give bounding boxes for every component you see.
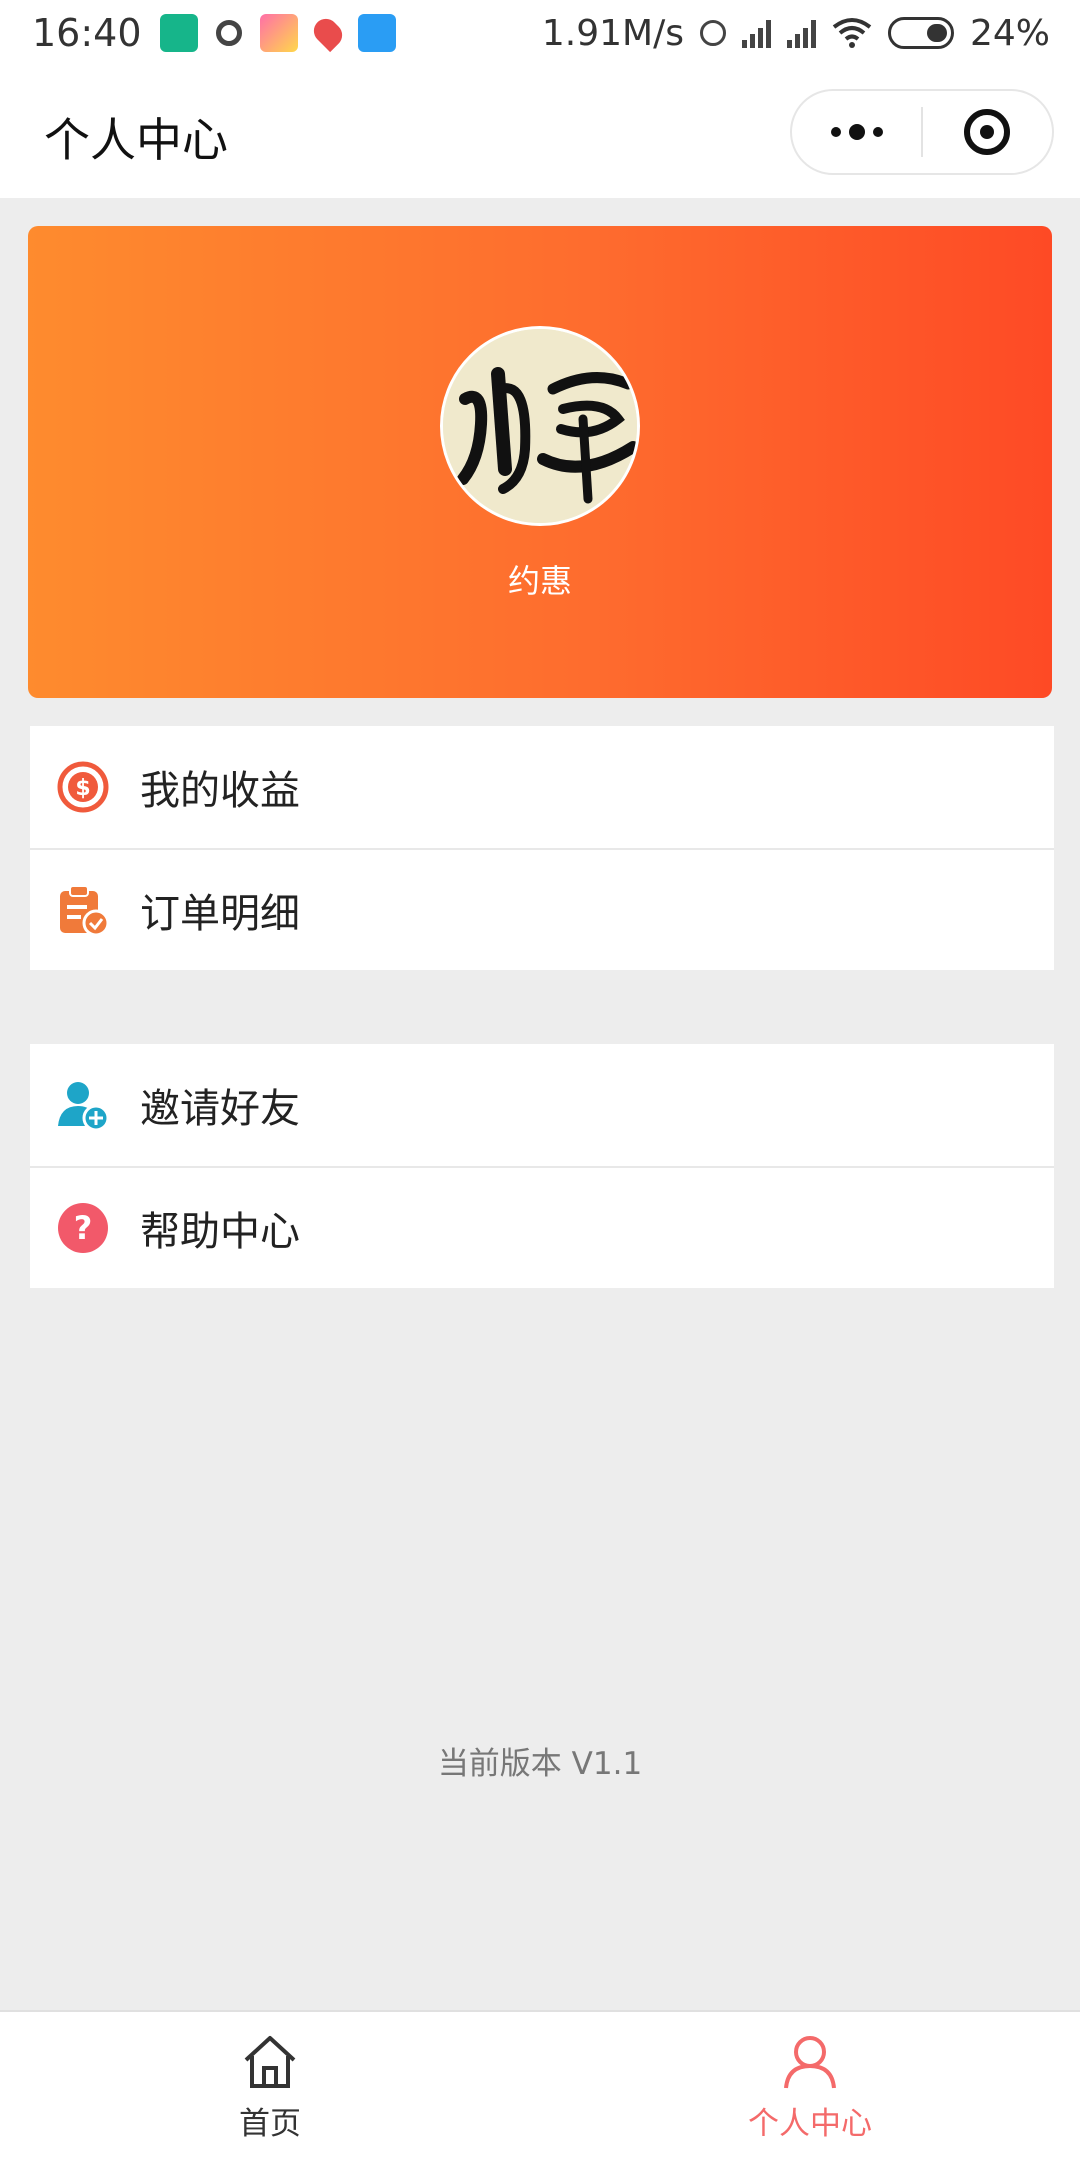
shield-app-icon (159, 14, 198, 52)
nav-bar: 个人中心 (0, 66, 1080, 198)
home-icon (244, 2036, 296, 2088)
more-dots-icon (830, 124, 883, 140)
menu-item-invite[interactable]: 邀请好友 (30, 1044, 1054, 1166)
signal-icon (786, 18, 816, 48)
add-user-icon (56, 1078, 110, 1132)
signal-icon (741, 18, 771, 48)
status-time: 16:40 (32, 11, 142, 55)
dollar-circle-icon: $ (56, 760, 110, 814)
profile-card: 约惠 (28, 226, 1052, 698)
status-left: 16:40 (32, 11, 396, 55)
menu-label: 邀请好友 (140, 1086, 300, 1132)
more-button[interactable] (792, 91, 921, 173)
weather-app-icon (357, 14, 396, 52)
menu-item-earnings[interactable]: $ 我的收益 (30, 726, 1054, 848)
avatar[interactable] (440, 326, 640, 526)
map-app-icon (308, 13, 347, 53)
mini-program-capsule (790, 89, 1054, 175)
wifi-icon (832, 18, 872, 48)
target-close-icon (964, 109, 1011, 155)
status-right: 1.91M/s 24% (542, 13, 1050, 54)
clipboard-check-icon (56, 883, 110, 937)
net-speed: 1.91M/s (541, 12, 684, 54)
tab-home[interactable]: 首页 (0, 2012, 540, 2160)
version-text: 当前版本 V1.1 (437, 1746, 643, 1782)
menu-label: 我的收益 (140, 768, 300, 814)
tab-bar: 首页 个人中心 (0, 2010, 1080, 2160)
battery-icon (887, 17, 954, 49)
menu-group-earnings: $ 我的收益 订单明细 (30, 726, 1054, 970)
calligraphy-avatar (443, 329, 637, 523)
username: 约惠 (507, 562, 572, 600)
tab-label: 首页 (239, 2106, 301, 2142)
battery-percent: 24% (969, 12, 1050, 54)
page-title: 个人中心 (44, 113, 228, 167)
svg-text:$: $ (75, 776, 90, 801)
svg-text:?: ? (74, 1209, 93, 1247)
chat-app-icon (215, 20, 242, 46)
menu-label: 订单明细 (140, 891, 300, 937)
menu-item-help[interactable]: ? 帮助中心 (30, 1166, 1054, 1288)
menu-label: 帮助中心 (140, 1209, 300, 1255)
close-button[interactable] (923, 91, 1052, 173)
photo-app-icon (259, 14, 298, 52)
menu-group-support: 邀请好友 ? 帮助中心 (30, 1044, 1054, 1288)
tab-label: 个人中心 (748, 2106, 872, 2142)
status-bar: 16:40 1.91M/s 24% (0, 0, 1080, 66)
hd-icon (699, 20, 726, 46)
person-icon (784, 2036, 836, 2089)
question-circle-icon: ? (56, 1201, 110, 1255)
menu-item-orders[interactable]: 订单明细 (30, 848, 1054, 970)
tab-profile[interactable]: 个人中心 (540, 2012, 1080, 2160)
